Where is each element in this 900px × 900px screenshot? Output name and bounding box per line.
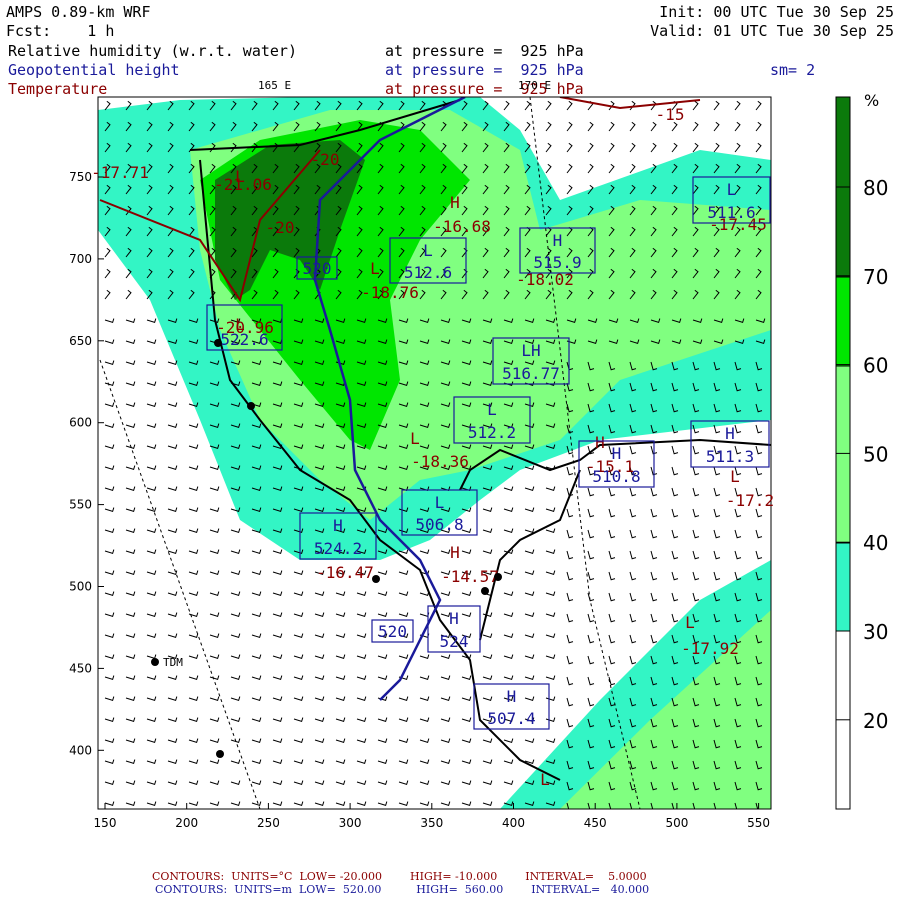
svg-text:520: 520 xyxy=(378,622,407,641)
colorbar-segment xyxy=(835,542,851,632)
svg-text:LH: LH xyxy=(521,341,540,360)
svg-text:L: L xyxy=(727,180,737,199)
temperature-label: L xyxy=(410,429,420,448)
svg-text:507.4: 507.4 xyxy=(487,709,535,728)
temperature-label: -17.92 xyxy=(681,639,739,658)
temperature-label: H xyxy=(450,543,460,562)
x-tick-label: 150 xyxy=(94,816,117,830)
map-plot: 150 200 250 300 350 400 450 500 550 750 700 650 600 5… xyxy=(0,0,888,830)
x-tick-label: 450 xyxy=(584,816,607,830)
x-tick-label: 500 xyxy=(665,816,688,830)
temperature-label: .63 xyxy=(0,0,14,4)
x-tick-label: 350 xyxy=(420,816,443,830)
y-tick-label: 700 xyxy=(69,252,92,266)
colorbar-tick-label: 20 xyxy=(863,709,888,733)
footer-temp: CONTOURS: UNITS=°C LOW= -20.000 HIGH= -1… xyxy=(152,870,647,883)
y-tick-label: 600 xyxy=(69,416,92,430)
x-tick-label: 300 xyxy=(339,816,362,830)
y-tick-label: 550 xyxy=(69,498,92,512)
temperature-label: -17.2 xyxy=(726,491,774,510)
colorbar-segment xyxy=(835,276,851,367)
colorbar-segment xyxy=(835,365,851,544)
temperature-label: -18.36 xyxy=(411,452,469,471)
svg-text:L: L xyxy=(423,241,433,260)
height-label: 520 xyxy=(371,619,414,643)
svg-text:511.3: 511.3 xyxy=(706,447,754,466)
colorbar-unit: % xyxy=(864,91,879,110)
footer-height: CONTOURS: UNITS=m LOW= 520.00 HIGH= 560.… xyxy=(155,883,650,896)
temperature-label: -14.57 xyxy=(441,567,499,586)
temperature-label: -15 xyxy=(656,105,685,124)
svg-text:515.9: 515.9 xyxy=(533,253,581,272)
x-tick-label: 400 xyxy=(502,816,525,830)
temperature-label: L xyxy=(540,770,550,789)
y-tick-label: 450 xyxy=(69,661,92,675)
temperature-label: -21.06 xyxy=(214,175,272,194)
svg-text:512.2: 512.2 xyxy=(468,423,516,442)
temperature-label: L xyxy=(370,259,380,278)
x-tick-label: 550 xyxy=(747,816,770,830)
svg-text:H: H xyxy=(449,609,459,628)
temperature-label: -17.71 xyxy=(91,163,149,182)
station-label: TDM xyxy=(163,656,183,669)
svg-text:524: 524 xyxy=(440,632,469,651)
height-label: 520 xyxy=(296,256,338,280)
svg-text:520: 520 xyxy=(303,259,332,278)
temperature-label: L xyxy=(685,613,695,632)
y-tick-label: 500 xyxy=(69,580,92,594)
x-tick-label: 200 xyxy=(175,816,198,830)
svg-text:L: L xyxy=(435,493,445,512)
temperature-label: -18.76 xyxy=(361,283,419,302)
colorbar-tick-label: 60 xyxy=(863,354,888,378)
temperature-label: L xyxy=(730,467,740,486)
svg-text:H: H xyxy=(725,424,735,443)
colorbar-tick-label: 40 xyxy=(863,531,888,555)
svg-text:516.77: 516.77 xyxy=(502,364,560,383)
svg-text:510.8: 510.8 xyxy=(592,467,640,486)
colorbar-tick-label: 50 xyxy=(863,442,888,466)
svg-text:524.2: 524.2 xyxy=(314,539,362,558)
y-tick-label: 400 xyxy=(69,743,92,757)
svg-text:L: L xyxy=(487,400,497,419)
svg-text:H: H xyxy=(333,516,343,535)
colorbar-tick-label: 80 xyxy=(863,176,888,200)
svg-text:H: H xyxy=(507,687,517,706)
svg-text:H: H xyxy=(612,444,622,463)
temperature-label: H xyxy=(595,433,605,452)
temperature-label: -16.68 xyxy=(433,217,491,236)
y-tick-label: 750 xyxy=(69,170,92,184)
temperature-label: -20 xyxy=(311,150,340,169)
colorbar-tick-label: 30 xyxy=(863,620,888,644)
colorbar: 80 70 60 50 40 30 20% xyxy=(835,91,888,810)
svg-text:H: H xyxy=(553,231,563,250)
svg-text:506.8: 506.8 xyxy=(415,515,463,534)
y-tick-label: 650 xyxy=(69,334,92,348)
svg-text:512.6: 512.6 xyxy=(404,263,452,282)
temperature-label: H xyxy=(450,193,460,212)
temperature-label: -20 xyxy=(266,218,295,237)
temperature-label: -16.47 xyxy=(316,563,374,582)
svg-text:511.6: 511.6 xyxy=(707,203,755,222)
colorbar-tick-label: 70 xyxy=(863,265,888,289)
svg-text:522.6: 522.6 xyxy=(220,330,268,349)
x-tick-label: 250 xyxy=(257,816,280,830)
